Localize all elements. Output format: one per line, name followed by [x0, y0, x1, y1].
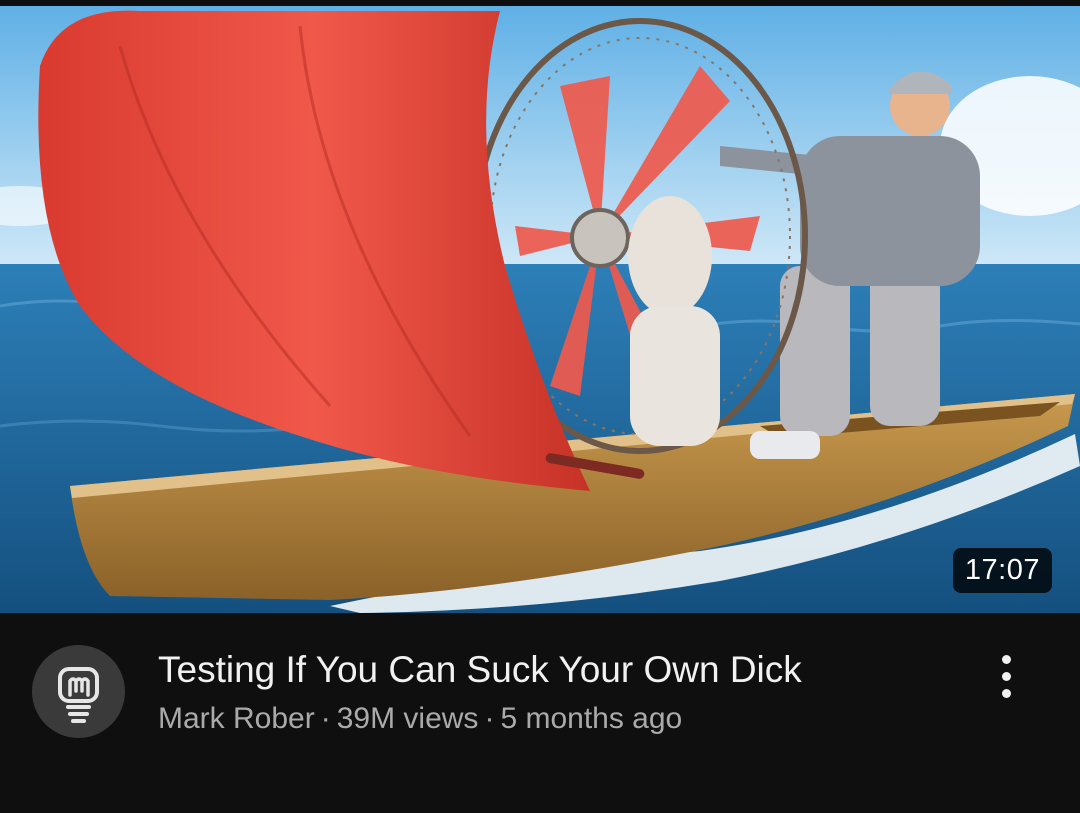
more-options-button[interactable]: [984, 651, 1028, 703]
channel-avatar[interactable]: [32, 645, 125, 738]
view-count: 39M views: [336, 702, 479, 735]
video-title[interactable]: Testing If You Can Suck Your Own Dick: [158, 649, 938, 691]
meta-separator: ·: [484, 702, 495, 735]
upload-age: 5 months ago: [500, 702, 683, 735]
channel-name[interactable]: Mark Rober: [158, 702, 315, 735]
video-thumbnail[interactable]: 17:07: [0, 6, 1080, 613]
thumbnail-image: [0, 6, 1080, 613]
video-meta: Mark Rober · 39M views · 5 months ago: [158, 701, 682, 737]
duration-badge: 17:07: [952, 548, 1052, 593]
lightbulb-logo-icon: [58, 667, 99, 723]
meta-separator: ·: [320, 702, 331, 735]
video-info-row: Testing If You Can Suck Your Own Dick Ma…: [0, 613, 1080, 813]
